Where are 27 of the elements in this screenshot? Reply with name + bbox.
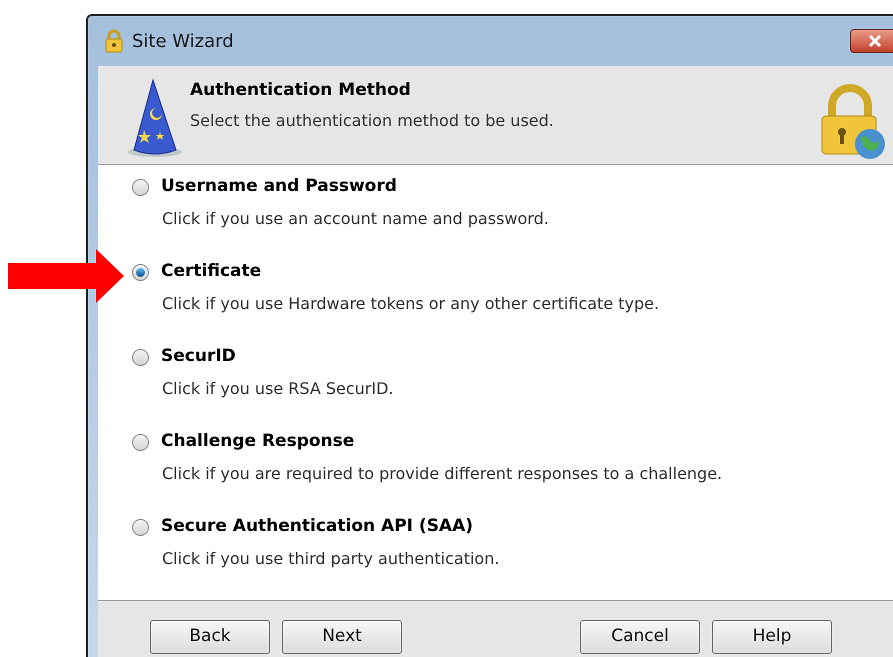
option-description: Click if you use an account name and password. (162, 208, 550, 230)
option-description: Click if you use third party authentication. (162, 548, 500, 570)
option-label: Secure Authentication API (SAA) (161, 515, 474, 538)
dialog-button[interactable]: Next (282, 620, 402, 654)
arrow-icon (8, 249, 124, 303)
option-label: SecurID (161, 345, 236, 368)
option-description: Click if you are required to provide different responses to a challenge. (162, 463, 724, 485)
wizard-hat-icon (126, 78, 184, 158)
radio-button[interactable] (132, 178, 149, 196)
option-label: Username and Password (161, 175, 397, 198)
radio-button[interactable] (132, 264, 149, 280)
option-label: Challenge Response (161, 430, 354, 454)
window-title: Site Wizard (132, 30, 234, 54)
option-description: Click if you use RSA SecurID. (162, 378, 395, 400)
radio-button[interactable] (132, 518, 149, 536)
dialog-button[interactable]: Help (712, 620, 832, 654)
header-title: Authentication Method (190, 79, 412, 102)
dialog-button[interactable]: Back (150, 620, 270, 654)
radio-button[interactable] (132, 434, 149, 450)
radio-button[interactable] (132, 348, 149, 366)
close-icon (868, 35, 882, 47)
padlock-icon (104, 29, 124, 53)
header-subtitle: Select the authentication method to be used. (190, 110, 554, 132)
option-label: Certificate (161, 260, 262, 284)
close-button[interactable] (850, 29, 893, 53)
dialog-button[interactable]: Cancel (580, 620, 700, 654)
option-description: Click if you use Hardware tokens or any other certificate type. (162, 293, 660, 315)
